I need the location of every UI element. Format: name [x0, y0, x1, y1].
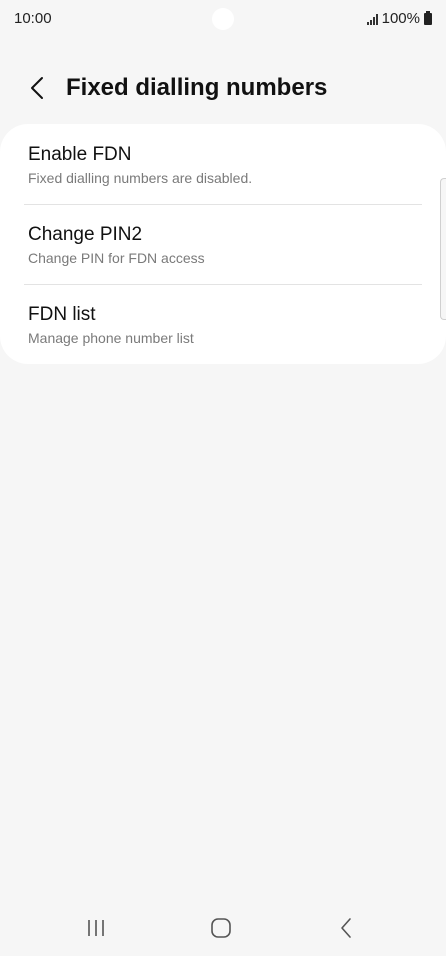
enable-fdn-title: Enable FDN [28, 144, 132, 165]
navigation-bar [0, 900, 446, 956]
app-header: Fixed dialling numbers [0, 66, 446, 110]
back-icon [341, 918, 351, 938]
fdn-list-title: FDN list [28, 304, 96, 325]
status-bar: 10:00 100% [0, 0, 446, 40]
enable-fdn-row[interactable]: Enable FDN Fixed dialling numbers are di… [0, 124, 446, 204]
fdn-list-row[interactable]: FDN list Manage phone number list [0, 284, 446, 364]
camera-cutout [212, 8, 234, 30]
change-pin2-subtitle: Change PIN for FDN access [28, 250, 205, 266]
nav-back-button[interactable] [326, 910, 366, 946]
battery-percent: 100% [381, 10, 420, 27]
fdn-list-subtitle: Manage phone number list [28, 330, 194, 346]
signal-icon [366, 13, 378, 25]
back-button[interactable] [22, 72, 52, 104]
battery-icon [424, 10, 432, 25]
change-pin2-row[interactable]: Change PIN2 Change PIN for FDN access [0, 204, 446, 284]
home-icon [211, 918, 231, 938]
enable-fdn-subtitle: Fixed dialling numbers are disabled. [28, 170, 253, 186]
recents-button[interactable] [76, 910, 116, 946]
home-button[interactable] [201, 910, 241, 946]
settings-card: Enable FDN Fixed dialling numbers are di… [0, 124, 446, 364]
change-pin2-title: Change PIN2 [28, 224, 143, 245]
page-title: Fixed dialling numbers [66, 74, 328, 101]
status-time: 10:00 [14, 10, 52, 27]
recents-icon [88, 920, 104, 936]
chevron-left-icon [31, 77, 43, 99]
status-indicators: 100% [366, 10, 432, 27]
scrollbar[interactable] [440, 178, 446, 320]
